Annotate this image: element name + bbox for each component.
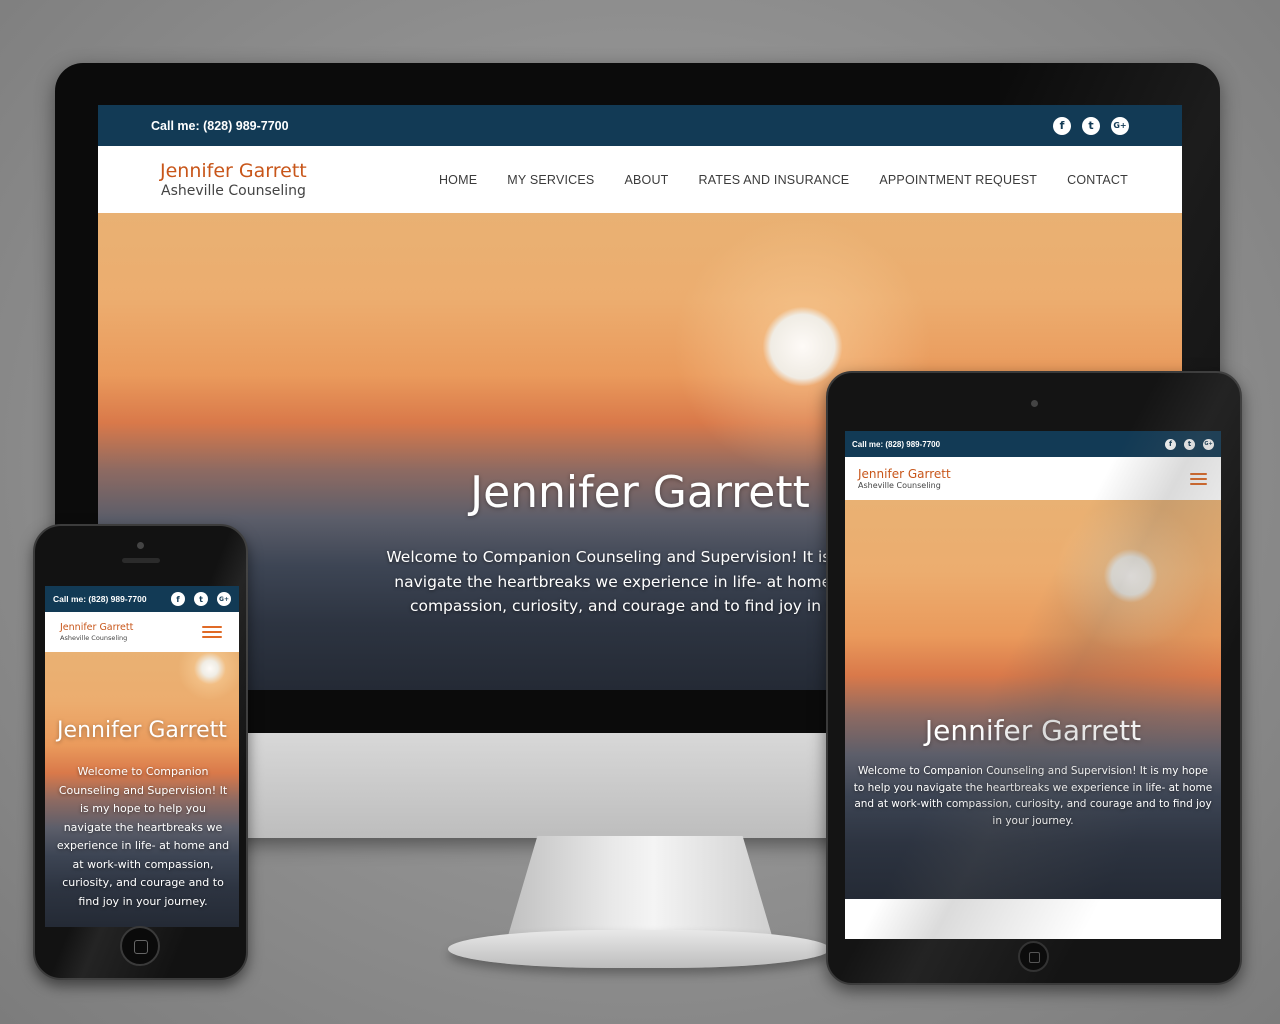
facebook-icon[interactable]: f (1165, 438, 1176, 450)
phone-link[interactable]: Call me: (828) 989-7700 (53, 594, 147, 604)
site-logo[interactable]: Jennifer Garrett Asheville Counseling (160, 160, 307, 200)
phone-link[interactable]: Call me: (828) 989-7700 (852, 440, 940, 449)
site-logo[interactable]: Jennifer Garrett Asheville Counseling (858, 467, 951, 491)
hero-title: Jennifer Garrett (470, 467, 810, 518)
monitor-stand-base (448, 930, 830, 968)
brand-name: Jennifer Garrett (60, 622, 134, 633)
phone-screen: Call me: (828) 989-7700 f t G+ Jennifer … (45, 586, 239, 927)
top-bar: Call me: (828) 989-7700 f t G+ (45, 586, 239, 612)
menu-item-about[interactable]: ABOUT (624, 173, 668, 187)
facebook-icon[interactable]: f (171, 592, 185, 606)
tablet-screen: Call me: (828) 989-7700 f t G+ Jennifer … (845, 431, 1221, 939)
hamburger-menu-icon[interactable] (202, 623, 222, 641)
phone-link[interactable]: Call me: (828) 989-7700 (151, 119, 289, 133)
phone-camera (137, 542, 144, 549)
facebook-icon[interactable]: f (1053, 116, 1071, 135)
google-plus-icon[interactable]: G+ (217, 592, 231, 606)
social-links: f t G+ (1042, 116, 1129, 135)
header-nav: Jennifer Garrett Asheville Counseling (45, 612, 239, 652)
brand-name: Jennifer Garrett (858, 466, 951, 481)
brand-subtitle: Asheville Counseling (60, 634, 128, 642)
menu-item-home[interactable]: HOME (439, 173, 477, 187)
hero-title: Jennifer Garrett (924, 714, 1142, 747)
brand-name: Jennifer Garrett (160, 159, 307, 182)
tablet-home-button[interactable] (1018, 941, 1049, 972)
monitor-chin (248, 733, 848, 838)
menu-item-contact[interactable]: CONTACT (1067, 173, 1128, 187)
social-links: f t G+ (162, 592, 231, 606)
header-nav: Jennifer Garrett Asheville Counseling HO… (98, 146, 1182, 213)
hero-section: Jennifer Garrett Welcome to Companion Co… (845, 500, 1221, 899)
site-logo[interactable]: Jennifer Garrett Asheville Counseling (60, 622, 133, 642)
top-bar: Call me: (828) 989-7700 f t G+ (98, 105, 1182, 146)
twitter-icon[interactable]: t (194, 592, 208, 606)
google-plus-icon[interactable]: G+ (1203, 438, 1214, 450)
top-bar: Call me: (828) 989-7700 f t G+ (845, 431, 1221, 457)
phone-speaker (122, 558, 160, 563)
menu-item-appointment-request[interactable]: APPOINTMENT REQUEST (879, 173, 1037, 187)
main-menu: HOME MY SERVICES ABOUT RATES AND INSURAN… (409, 173, 1128, 187)
phone-home-button[interactable] (120, 926, 160, 966)
hero-section: Jennifer Garrett Welcome to Companion Co… (45, 652, 239, 927)
social-links: f t G+ (1157, 438, 1214, 450)
menu-item-my-services[interactable]: MY SERVICES (507, 173, 594, 187)
hamburger-menu-icon[interactable] (1190, 470, 1207, 488)
hero-text: Welcome to Companion Counseling and Supe… (853, 765, 1213, 827)
tablet-camera (1031, 400, 1038, 407)
twitter-icon[interactable]: t (1184, 438, 1195, 450)
brand-subtitle: Asheville Counseling (161, 182, 306, 199)
menu-item-rates-and-insurance[interactable]: RATES AND INSURANCE (699, 173, 850, 187)
hero-text: Welcome to Companion Counseling and Supe… (56, 765, 230, 908)
header-nav: Jennifer Garrett Asheville Counseling (845, 457, 1221, 500)
hero-title: Jennifer Garrett (57, 718, 227, 743)
twitter-icon[interactable]: t (1082, 116, 1100, 135)
brand-subtitle: Asheville Counseling (858, 480, 941, 490)
google-plus-icon[interactable]: G+ (1111, 116, 1129, 135)
